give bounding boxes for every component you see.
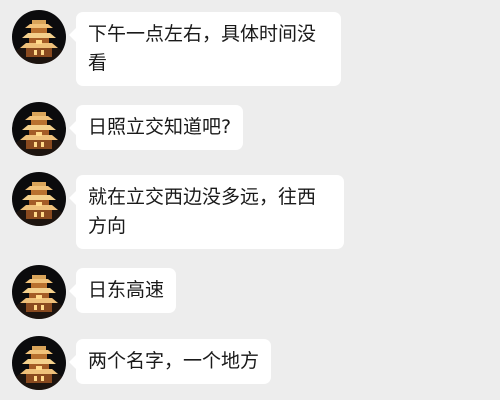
message-bubble[interactable]: 日东高速 [68, 268, 177, 313]
pagoda-night-avatar-icon [12, 10, 66, 64]
message-bubble[interactable]: 就在立交西边没多远，往西方向 [69, 175, 344, 249]
contact-avatar[interactable] [12, 102, 66, 156]
message-text: 就在立交西边没多远，往西方向 [88, 186, 317, 237]
contact-avatar[interactable] [12, 336, 66, 390]
contact-avatar[interactable] [12, 10, 66, 64]
message-bubble[interactable]: 下午一点左右，具体时间没看 [69, 12, 341, 86]
message-text: 下午一点左右，具体时间没看 [88, 23, 317, 74]
message-text: 日东高速 [88, 279, 165, 301]
message-bubble[interactable]: 两个名字，一个地方 [68, 339, 272, 384]
pagoda-night-avatar-icon [12, 172, 66, 226]
pagoda-night-avatar-icon [12, 102, 66, 156]
message-bubble[interactable]: 日照立交知道吧? [68, 105, 244, 150]
contact-avatar[interactable] [12, 265, 66, 319]
contact-avatar[interactable] [12, 172, 66, 226]
pagoda-night-avatar-icon [12, 336, 66, 390]
pagoda-night-avatar-icon [12, 265, 66, 319]
message-text: 两个名字，一个地方 [88, 350, 260, 372]
message-text: 日照立交知道吧? [88, 116, 232, 138]
chat-message-list: 下午一点左右，具体时间没看 日照立交知道吧? 就在立交西边没多远，往西方向 日东… [0, 0, 500, 400]
